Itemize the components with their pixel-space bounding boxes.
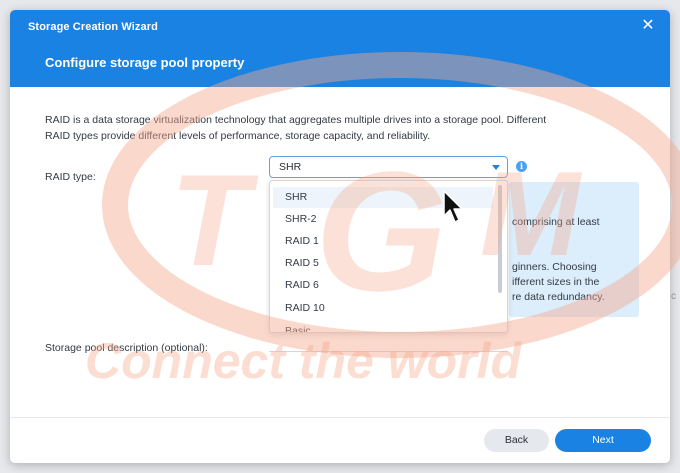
chevron-down-icon [492, 165, 500, 170]
raid-option-raid-5[interactable]: RAID 5 [273, 253, 493, 274]
info-icon[interactable]: i [516, 161, 527, 172]
info-line-2: ginners. Choosing [512, 261, 597, 273]
raid-type-dropdown[interactable]: SHR SHR-2 RAID 1 RAID 5 RAID 6 RAID 10 B… [269, 180, 508, 333]
raid-option-raid-6[interactable]: RAID 6 [273, 275, 493, 296]
raid-option-shr[interactable]: SHR [273, 187, 493, 208]
footer-divider [10, 417, 670, 418]
raid-option-raid-10[interactable]: RAID 10 [273, 298, 493, 319]
raid-type-label: RAID type: [45, 171, 96, 183]
raid-option-basic[interactable]: Basic [273, 321, 493, 332]
raid-type-selected-value: SHR [279, 161, 302, 173]
dropdown-scrollbar[interactable] [498, 185, 502, 293]
raid-option-raid-1[interactable]: RAID 1 [273, 231, 493, 252]
info-line-1: comprising at least [512, 216, 600, 228]
pool-description-input[interactable] [269, 332, 508, 352]
back-button[interactable]: Back [484, 429, 549, 452]
raid-intro-text: RAID is a data storage virtualization te… [45, 112, 635, 144]
info-line-3: ifferent sizes in the [512, 276, 600, 288]
pool-description-label: Storage pool description (optional): [45, 342, 208, 354]
raid-info-panel: comprising at least ginners. Choosing if… [509, 182, 639, 317]
window-title: Storage Creation Wizard [28, 21, 158, 33]
wizard-window: Storage Creation Wizard ✕ Configure stor… [10, 10, 670, 463]
wizard-header: Storage Creation Wizard ✕ Configure stor… [10, 10, 670, 87]
raid-type-select[interactable]: SHR [269, 156, 508, 178]
raid-option-shr-2[interactable]: SHR-2 [273, 209, 493, 230]
page-title: Configure storage pool property [45, 55, 245, 70]
close-icon[interactable]: ✕ [640, 18, 656, 34]
info-line-4: re data redundancy. [512, 291, 605, 303]
background-fragment: c [671, 291, 676, 302]
next-button[interactable]: Next [555, 429, 651, 452]
raid-intro-line-2: RAID types provide different levels of p… [45, 130, 431, 142]
raid-intro-line-1: RAID is a data storage virtualization te… [45, 114, 547, 126]
